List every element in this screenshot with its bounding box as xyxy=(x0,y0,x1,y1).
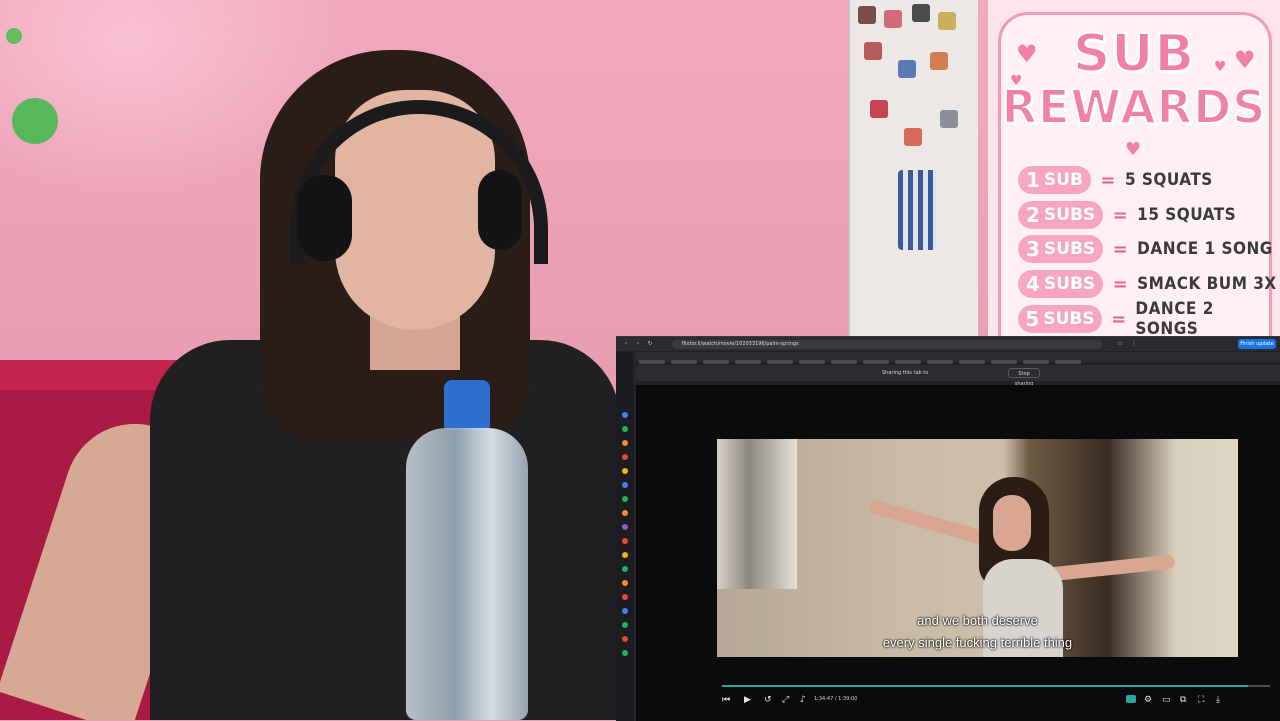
stop-sharing-button[interactable]: Stop sharing xyxy=(1008,368,1040,387)
play-icon[interactable]: ▶ xyxy=(744,695,751,705)
sub-count-badge: 5 SUBS xyxy=(1018,305,1102,333)
fullscreen-small-icon[interactable]: ⤢ xyxy=(782,695,789,705)
tab-sharing-bar: Sharing this tab to Stop sharing xyxy=(636,365,1280,387)
finish-update-button[interactable]: Finish update xyxy=(1238,339,1276,349)
settings-icon[interactable]: ⚙ xyxy=(1144,695,1152,705)
dish-towel xyxy=(898,170,936,250)
fullscreen-icon[interactable]: ⛶ xyxy=(1198,695,1204,705)
bookmarks-bar xyxy=(636,352,1280,364)
actor-face xyxy=(993,495,1031,551)
sharing-text: Sharing this tab to xyxy=(882,370,929,376)
captions-icon[interactable] xyxy=(1126,695,1136,703)
reward-row: 3 SUBS = DANCE 1 SONG xyxy=(1018,235,1273,263)
subtitle-line-2: every single fucking terrible thing xyxy=(882,635,1073,650)
extensions-icon[interactable]: ⋮ xyxy=(1130,340,1138,348)
back-icon[interactable]: ‹ xyxy=(622,340,630,348)
browser-toolbar: ‹ › ↻ flixtor.li/watch/movie/102033196/p… xyxy=(616,337,1280,351)
rewards-title: SUB xyxy=(1072,23,1196,85)
reward-text: 15 SQUATS xyxy=(1137,205,1237,225)
sub-count-badge: 1 SUB xyxy=(1018,166,1091,194)
actor-arm xyxy=(1046,554,1176,582)
reward-text: SMACK BUM 3X xyxy=(1137,274,1277,294)
equals-sign: = xyxy=(1100,169,1116,191)
video-frame[interactable]: and we both deserve every single fucking… xyxy=(717,439,1238,657)
bottle-body xyxy=(406,428,528,720)
streamer xyxy=(0,0,640,720)
reward-row: 4 SUBS = SMACK BUM 3X xyxy=(1018,270,1277,298)
headphone-earcup xyxy=(298,175,352,261)
subtitle-line-1: and we both deserve xyxy=(917,613,1038,628)
progress-bar[interactable] xyxy=(722,685,1270,687)
bottle-cap xyxy=(444,380,490,430)
headphone-earcup xyxy=(478,170,522,250)
heart-icon: ♥ xyxy=(1125,139,1142,160)
reward-row: 1 SUB = 5 SQUATS xyxy=(1018,166,1213,194)
water-bottle xyxy=(406,380,528,720)
window-curtain xyxy=(717,439,797,589)
sub-count-badge: 4 SUBS xyxy=(1018,270,1104,298)
equals-sign: = xyxy=(1112,204,1128,226)
equals-sign: = xyxy=(1112,273,1128,295)
pip-icon[interactable]: ⧉ xyxy=(1180,695,1186,705)
reward-text: DANCE 1 SONG xyxy=(1137,239,1273,259)
address-bar[interactable]: flixtor.li/watch/movie/102033196/palm-sp… xyxy=(672,340,1102,349)
time-display: 1:34:47 / 1:39:00 xyxy=(814,696,858,702)
sub-count-badge: 2 SUBS xyxy=(1018,201,1104,229)
shared-browser-window: ‹ › ↻ flixtor.li/watch/movie/102033196/p… xyxy=(616,336,1280,721)
video-player[interactable]: and we both deserve every single fucking… xyxy=(636,385,1280,721)
progress-fill xyxy=(722,685,1249,687)
actor-arm xyxy=(867,498,987,546)
player-controls: ⏮ ▶ ↺ ⤢ ♪ 1:34:47 / 1:39:00 ⚙ ▭ ⧉ ⛶ ⤓ xyxy=(722,693,1270,707)
volume-icon[interactable]: ♪ xyxy=(800,695,806,705)
rewards-title-line2: REWARDS xyxy=(1001,79,1267,135)
reward-row: 2 SUBS = 15 SQUATS xyxy=(1018,201,1236,229)
star-icon[interactable]: ☆ xyxy=(1116,340,1124,348)
equals-sign: = xyxy=(1112,238,1128,260)
sub-count-badge: 3 SUBS xyxy=(1018,235,1104,263)
browser-sidebar xyxy=(616,352,635,721)
download-icon[interactable]: ⤓ xyxy=(1216,695,1220,705)
theater-icon[interactable]: ▭ xyxy=(1162,695,1171,705)
reload-icon[interactable]: ↻ xyxy=(646,340,654,348)
skip-back-icon[interactable]: ⏮ xyxy=(722,695,730,705)
reward-text: DANCE 2 SONGS xyxy=(1135,299,1214,339)
forward-icon[interactable]: › xyxy=(634,340,642,348)
rewind-icon[interactable]: ↺ xyxy=(764,695,772,705)
reward-text: 5 SQUATS xyxy=(1124,170,1213,190)
equals-sign: = xyxy=(1111,308,1127,330)
reward-row: 5 SUBS = DANCE 2 SONGS xyxy=(1018,299,1280,339)
